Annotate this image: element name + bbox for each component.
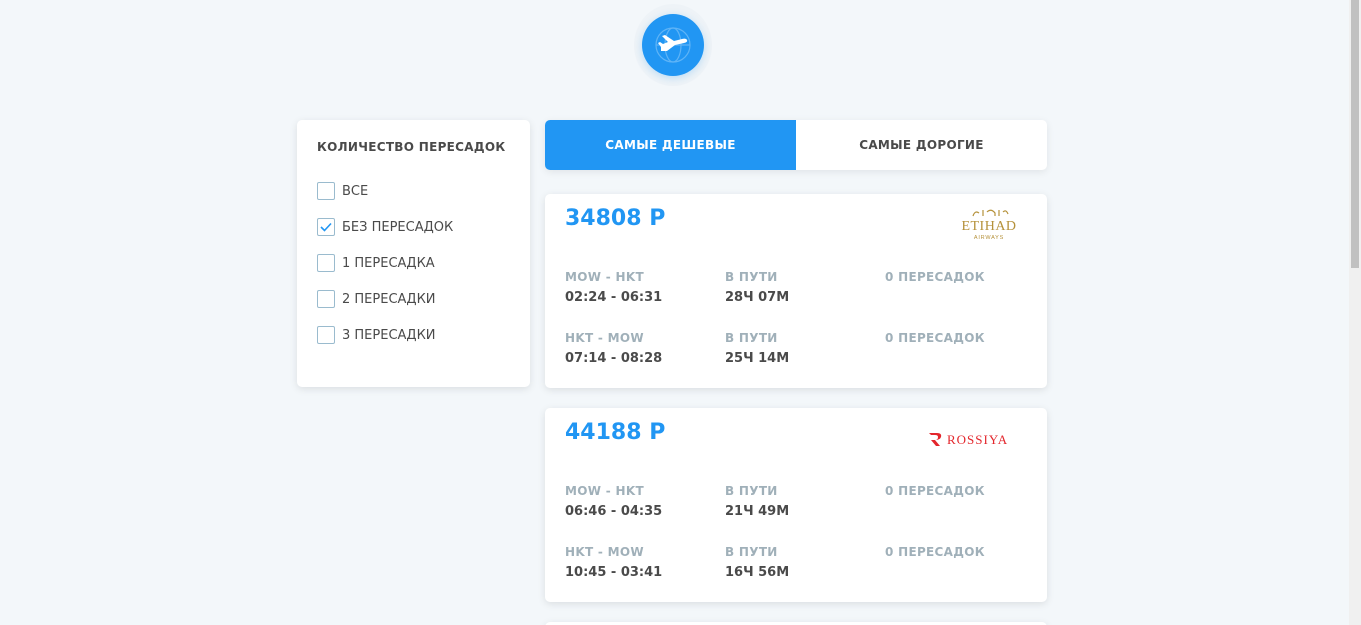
checkbox[interactable] bbox=[317, 254, 335, 272]
filter-option-label: БЕЗ ПЕРЕСАДОК bbox=[342, 219, 454, 235]
svg-text:ETIHAD: ETIHAD bbox=[961, 219, 1016, 234]
segment-duration-label: В ПУТИ bbox=[725, 545, 778, 559]
filter-option-label: 3 ПЕРЕСАДКИ bbox=[342, 327, 436, 343]
tab-most-expensive[interactable]: САМЫЕ ДОРОГИЕ bbox=[796, 120, 1047, 170]
filter-option-label: 1 ПЕРЕСАДКА bbox=[342, 255, 435, 271]
page-scrollbar[interactable] bbox=[1349, 0, 1361, 625]
segment-time: 07:14 - 08:28 bbox=[565, 351, 663, 366]
ticket-card[interactable]: 44188 Р ROSSIYA MOW - HKT 06:46 - 04:35 … bbox=[545, 408, 1047, 602]
segment-duration: 21Ч 49М bbox=[725, 504, 790, 519]
filter-option-2-stops[interactable]: 2 ПЕРЕСАДКИ bbox=[317, 281, 530, 317]
checkbox-checked[interactable] bbox=[317, 218, 335, 236]
checkbox[interactable] bbox=[317, 290, 335, 308]
airplane-icon bbox=[642, 14, 704, 76]
ticket-price: 34808 Р bbox=[565, 206, 666, 231]
segment-outbound: MOW - HKT 02:24 - 06:31 В ПУТИ 28Ч 07М 0… bbox=[565, 270, 1045, 305]
segment-stops: 0 ПЕРЕСАДОК bbox=[885, 270, 985, 284]
segment-duration: 25Ч 14М bbox=[725, 351, 790, 366]
svg-text:ROSSIYA: ROSSIYA bbox=[947, 432, 1008, 447]
app-logo bbox=[634, 4, 712, 86]
checkbox[interactable] bbox=[317, 182, 335, 200]
svg-text:AIRWAYS: AIRWAYS bbox=[974, 235, 1004, 241]
segment-duration-label: В ПУТИ bbox=[725, 331, 778, 345]
segment-route: HKT - MOW bbox=[565, 545, 644, 559]
segment-stops: 0 ПЕРЕСАДОК bbox=[885, 545, 985, 559]
segment-return: HKT - MOW 07:14 - 08:28 В ПУТИ 25Ч 14М 0… bbox=[565, 331, 1045, 366]
etihad-logo: ETIHAD AIRWAYS bbox=[951, 206, 1027, 248]
scrollbar-thumb[interactable] bbox=[1351, 0, 1359, 268]
stops-filter-panel: КОЛИЧЕСТВО ПЕРЕСАДОК ВСЕ БЕЗ ПЕРЕСАДОК 1… bbox=[297, 120, 530, 387]
filter-option-nonstop[interactable]: БЕЗ ПЕРЕСАДОК bbox=[317, 209, 530, 245]
segment-time: 06:46 - 04:35 bbox=[565, 504, 663, 519]
rossiya-logo: ROSSIYA bbox=[927, 430, 1027, 452]
segment-route: HKT - MOW bbox=[565, 331, 644, 345]
segment-time: 10:45 - 03:41 bbox=[565, 565, 663, 580]
ticket-price: 44188 Р bbox=[565, 420, 666, 445]
segment-route: MOW - HKT bbox=[565, 484, 644, 498]
segment-duration: 28Ч 07М bbox=[725, 290, 790, 305]
segment-stops: 0 ПЕРЕСАДОК bbox=[885, 484, 985, 498]
segment-duration-label: В ПУТИ bbox=[725, 270, 778, 284]
segment-stops: 0 ПЕРЕСАДОК bbox=[885, 331, 985, 345]
check-icon bbox=[320, 222, 332, 232]
segment-route: MOW - HKT bbox=[565, 270, 644, 284]
segment-outbound: MOW - HKT 06:46 - 04:35 В ПУТИ 21Ч 49М 0… bbox=[565, 484, 1045, 519]
filter-option-label: ВСЕ bbox=[342, 183, 369, 199]
segment-duration-label: В ПУТИ bbox=[725, 484, 778, 498]
sort-tabs: САМЫЕ ДЕШЕВЫЕ САМЫЕ ДОРОГИЕ bbox=[545, 120, 1047, 170]
checkbox[interactable] bbox=[317, 326, 335, 344]
filter-option-label: 2 ПЕРЕСАДКИ bbox=[342, 291, 436, 307]
tab-cheapest[interactable]: САМЫЕ ДЕШЕВЫЕ bbox=[545, 120, 796, 170]
filter-title: КОЛИЧЕСТВО ПЕРЕСАДОК bbox=[317, 140, 506, 154]
segment-time: 02:24 - 06:31 bbox=[565, 290, 663, 305]
filter-option-3-stops[interactable]: 3 ПЕРЕСАДКИ bbox=[317, 317, 530, 353]
segment-duration: 16Ч 56М bbox=[725, 565, 790, 580]
filter-option-1-stop[interactable]: 1 ПЕРЕСАДКА bbox=[317, 245, 530, 281]
filter-option-all[interactable]: ВСЕ bbox=[317, 173, 530, 209]
ticket-card[interactable]: 34808 Р ETIHAD AIRWAYS MOW - HKT 02:24 -… bbox=[545, 194, 1047, 388]
segment-return: HKT - MOW 10:45 - 03:41 В ПУТИ 16Ч 56М 0… bbox=[565, 545, 1045, 580]
